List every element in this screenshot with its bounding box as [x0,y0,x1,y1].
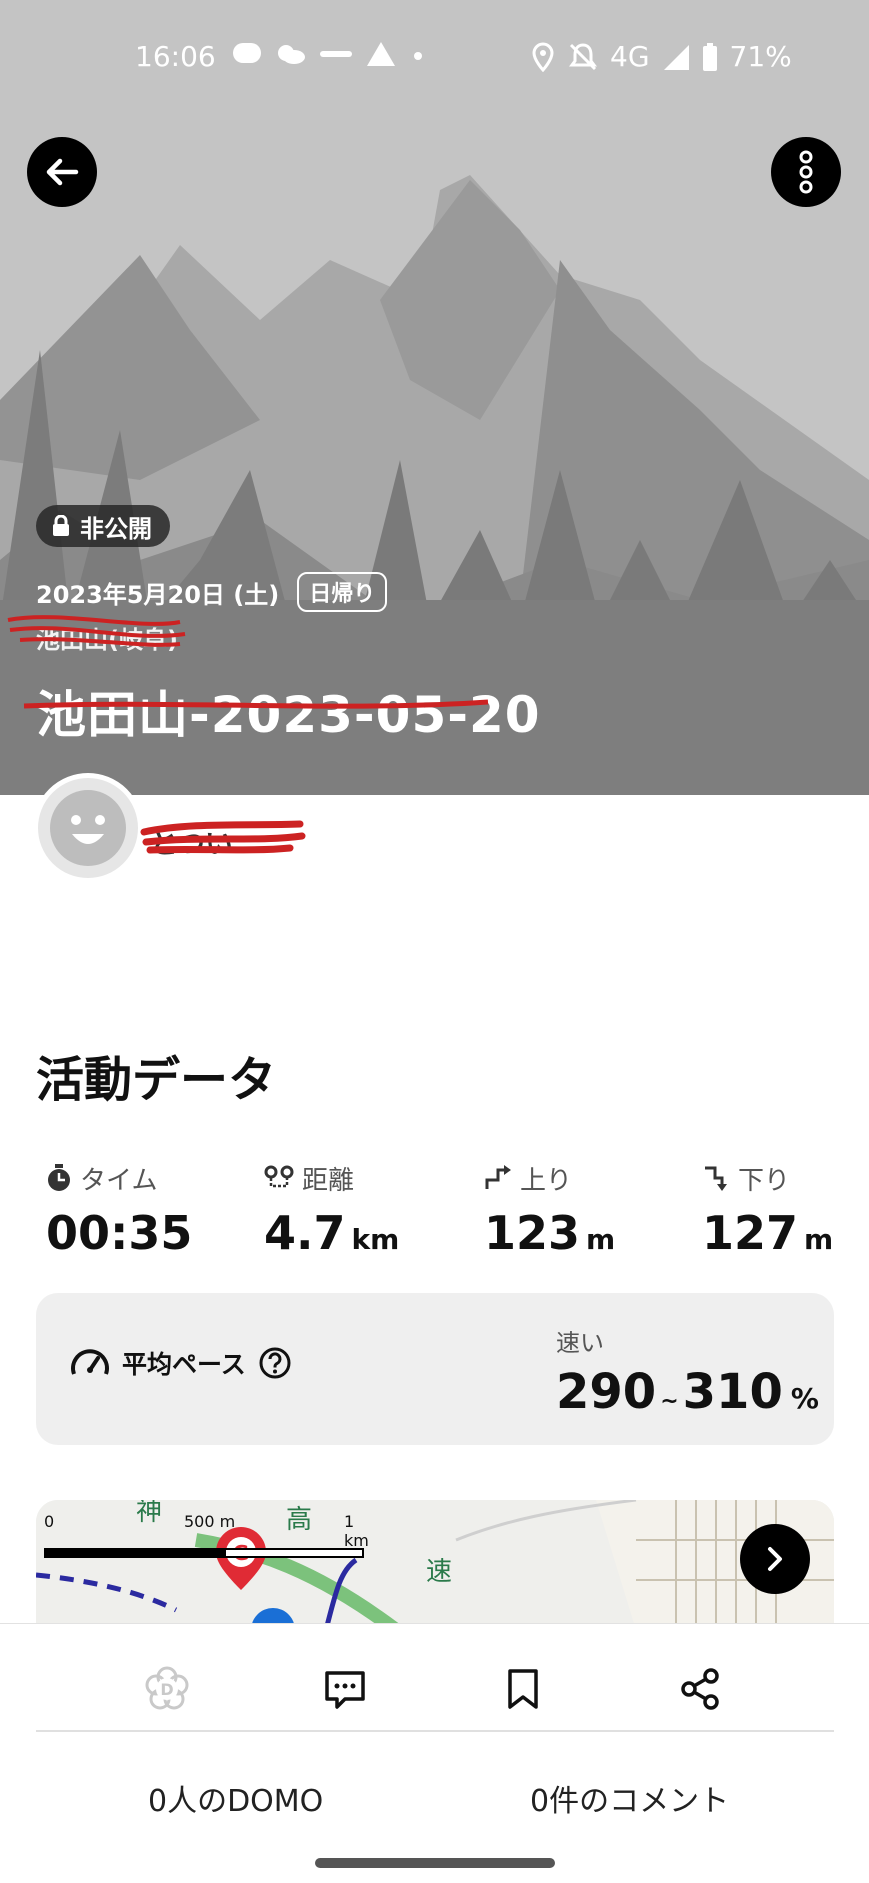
status-time: 16:06 [135,40,216,73]
stopwatch-icon [48,1164,70,1191]
dot-icon [414,52,422,60]
stat-ascent-unit: m [586,1223,616,1256]
arrow-left-icon [46,158,79,186]
cell-signal-icon [663,44,689,70]
bottom-action-bar: D 0人のDOMO 0件のコメント [0,1623,869,1883]
scale-label-500m: 500 m [184,1512,236,1531]
stat-distance-value: 4.7 [264,1206,346,1260]
share-icon [681,1668,719,1710]
comment-button[interactable] [310,1654,380,1724]
user-name[interactable]: とつい [150,822,233,862]
pace-value-group: 速い 290 ~310% [556,1323,819,1420]
stat-time: タイム 00:35 [46,1160,192,1260]
pace-unit: % [790,1382,819,1415]
domo-flower-icon: D [145,1666,189,1710]
comment-count[interactable]: 0件のコメント [530,1776,729,1820]
stat-ascent-label: 上り [520,1165,573,1196]
divider [36,1730,834,1732]
pace-label-group: 平均ペース [70,1345,292,1381]
share-button[interactable] [666,1654,736,1724]
domo-count[interactable]: 0人のDOMO [148,1776,323,1820]
area-name: 池田山(岐阜) [36,626,178,654]
pace-range-low: 290 [556,1364,657,1420]
battery-level: 71% [729,40,792,73]
stat-descent-value: 127 [702,1206,799,1260]
activity-date: 2023年5月20日 (土) [36,580,280,609]
action-icons: D [0,1654,869,1724]
speedometer-icon [71,1349,109,1375]
lock-icon [53,515,69,536]
stat-ascent: 上り 123 m [484,1160,615,1260]
bookmark-button[interactable] [488,1654,558,1724]
pace-range-tilde: ~ [660,1389,679,1414]
home-indicator[interactable] [315,1858,555,1868]
stats-row: タイム 00:35 距離 4.7 km 上り 123 m 下り 127 m [36,1160,836,1260]
date-row: 2023年5月20日 (土) 日帰り [36,572,388,612]
stat-ascent-value: 123 [484,1206,581,1260]
more-vertical-icon [799,150,813,194]
ascent-icon [485,1165,511,1189]
line-app-icon [233,43,261,63]
activity-title: 池田山-2023-05-20 [36,686,541,744]
scale-label-1km: 1 km [344,1512,369,1550]
pace-speed-label: 速い [556,1329,604,1357]
domo-button[interactable]: D [132,1654,202,1724]
app-notification-icon [320,51,352,57]
bookmark-icon [508,1669,538,1709]
private-badge: 非公開 [36,505,170,547]
stat-distance-label: 距離 [302,1165,355,1196]
user-avatar[interactable] [33,773,143,883]
private-label: 非公開 [80,514,152,543]
stat-descent-label: 下り [738,1165,791,1196]
scale-bar [44,1548,364,1558]
activity-data-heading: 活動データ [36,1052,277,1108]
distance-icon [264,1165,294,1188]
activity-detail-page: 16:06 4G 71% 非公開 2023年5月20日 (土) 日帰り 池田山(… [0,0,869,1883]
location-icon [532,41,554,72]
system-icons: 4G 71% [530,40,792,73]
network-type: 4G [610,40,650,73]
map-tiles: 神 高 速 G [36,1500,834,1630]
stat-descent-unit: m [804,1223,834,1256]
stat-time-value: 00:35 [46,1206,193,1260]
comment-icon [325,1671,365,1709]
svg-text:D: D [160,1680,173,1699]
map-label-kami: 神 [136,1500,162,1527]
trip-type-tag: 日帰り [297,572,388,612]
weather-icon [278,45,305,64]
stat-distance: 距離 4.7 km [264,1160,399,1260]
stat-distance-unit: km [351,1223,400,1256]
map-open-button[interactable] [740,1524,810,1594]
pace-range-high: 310 [682,1364,783,1420]
back-button[interactable] [27,137,97,207]
pace-label: 平均ペース [122,1350,246,1379]
route-map[interactable]: 神 高 速 G 0 500 m 1 km [36,1500,834,1630]
stat-descent: 下り 127 m [702,1160,834,1261]
battery-icon [702,42,717,71]
descent-icon [705,1166,727,1191]
map-label-soku: 速 [426,1557,452,1587]
notification-icons [232,40,428,68]
more-options-button[interactable] [771,137,841,207]
smiley-face-icon [50,790,126,866]
hero-banner: 16:06 4G 71% 非公開 2023年5月20日 (土) 日帰り 池田山(… [0,0,869,795]
map-label-taka: 高 [286,1505,312,1535]
mute-icon [569,42,597,70]
average-pace-card: 平均ペース 速い 290 ~310% [36,1293,834,1445]
scale-label-0: 0 [44,1512,55,1531]
status-bar: 16:06 4G 71% [0,30,869,86]
stat-time-label: タイム [80,1165,158,1196]
help-icon[interactable] [258,1346,292,1380]
signal-alert-icon [367,42,395,66]
chevron-right-icon [768,1547,782,1571]
